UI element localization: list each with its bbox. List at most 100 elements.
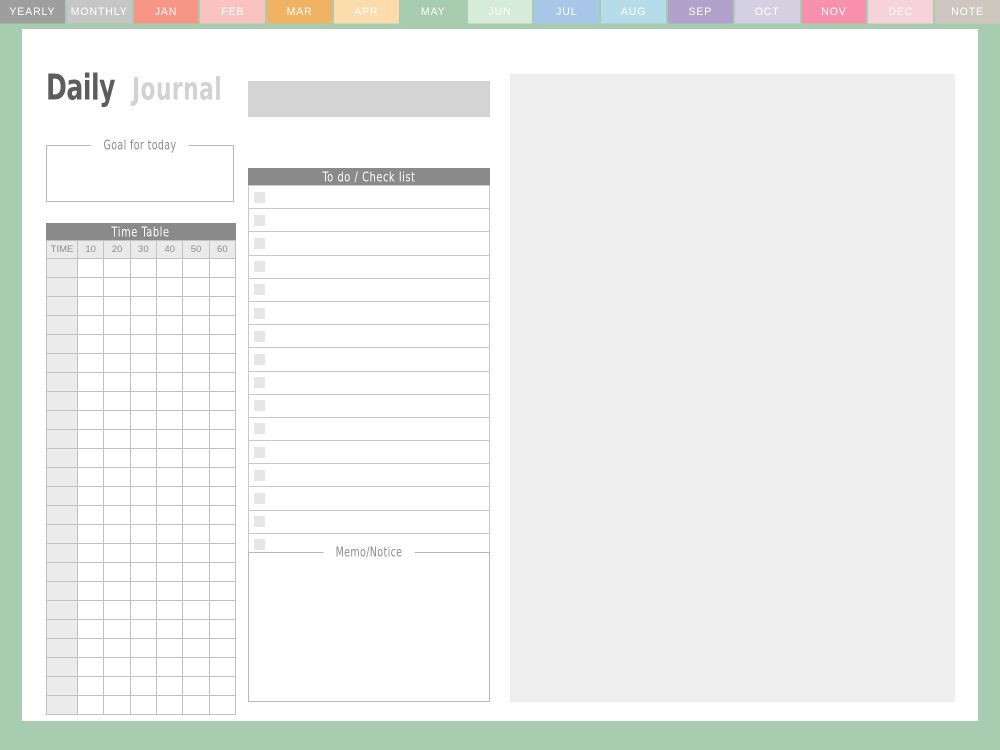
time-table-time-cell[interactable] [46, 448, 78, 468]
tab-sep[interactable]: SEP [667, 0, 733, 24]
time-table-cell[interactable] [208, 448, 237, 468]
time-table-time-cell[interactable] [46, 334, 78, 354]
time-table-cell[interactable] [208, 467, 237, 487]
time-table-cell[interactable] [76, 258, 105, 278]
time-table-row[interactable] [46, 505, 237, 525]
time-table-time-cell[interactable] [46, 467, 78, 487]
todo-item[interactable] [248, 416, 490, 441]
time-table-cell[interactable] [155, 600, 184, 620]
todo-item[interactable] [248, 440, 490, 464]
time-table-cell[interactable] [208, 543, 237, 563]
time-table-row[interactable] [46, 467, 237, 487]
time-table-row[interactable] [46, 524, 237, 544]
time-table-cell[interactable] [155, 429, 184, 449]
time-table-time-cell[interactable] [46, 619, 78, 639]
time-table-cell[interactable] [155, 676, 184, 696]
checkbox-icon[interactable] [254, 307, 265, 319]
time-table-cell[interactable] [129, 448, 157, 468]
time-table-cell[interactable] [129, 296, 157, 316]
time-table-time-cell[interactable] [46, 524, 78, 544]
time-table-row[interactable] [46, 410, 237, 430]
checkbox-icon[interactable] [254, 400, 265, 412]
time-table-time-cell[interactable] [46, 391, 78, 411]
time-table-cell[interactable] [208, 277, 237, 297]
checkbox-icon[interactable] [254, 191, 265, 203]
time-table-cell[interactable] [103, 448, 131, 468]
time-table-cell[interactable] [129, 638, 157, 658]
time-table-cell[interactable] [129, 581, 157, 601]
tab-mar[interactable]: MAR [267, 0, 332, 24]
todo-item[interactable] [248, 393, 490, 417]
time-table-cell[interactable] [76, 315, 105, 335]
time-table-cell[interactable] [103, 258, 131, 278]
tab-note[interactable]: NOTE [935, 0, 1000, 24]
time-table-cell[interactable] [155, 410, 184, 430]
time-table-cell[interactable] [129, 334, 157, 354]
todo-item[interactable] [248, 324, 490, 348]
time-table[interactable]: TIME 10 20 30 40 50 60 [46, 240, 237, 715]
time-table-cell[interactable] [182, 638, 210, 658]
time-table-cell[interactable] [103, 334, 131, 354]
time-table-cell[interactable] [76, 277, 105, 297]
time-table-cell[interactable] [155, 258, 184, 278]
time-table-cell[interactable] [208, 391, 237, 411]
time-table-cell[interactable] [129, 391, 157, 411]
time-table-cell[interactable] [155, 695, 184, 715]
time-table-cell[interactable] [129, 657, 157, 677]
todo-item[interactable] [248, 347, 490, 371]
time-table-cell[interactable] [182, 524, 210, 544]
time-table-cell[interactable] [129, 429, 157, 449]
time-table-cell[interactable] [129, 600, 157, 620]
time-table-cell[interactable] [155, 486, 184, 506]
time-table-cell[interactable] [155, 315, 184, 335]
time-table-cell[interactable] [182, 581, 210, 601]
time-table-cell[interactable] [208, 638, 237, 658]
time-table-row[interactable] [46, 543, 237, 563]
time-table-row[interactable] [46, 391, 237, 411]
time-table-cell[interactable] [76, 562, 105, 582]
time-table-cell[interactable] [76, 524, 105, 544]
time-table-time-cell[interactable] [46, 410, 78, 430]
memo-notice-box[interactable]: Memo/Notice [248, 544, 490, 702]
time-table-cell[interactable] [155, 581, 184, 601]
time-table-cell[interactable] [182, 543, 210, 563]
time-table-cell[interactable] [76, 581, 105, 601]
time-table-cell[interactable] [129, 486, 157, 506]
time-table-cell[interactable] [208, 258, 237, 278]
time-table-row[interactable] [46, 676, 237, 696]
time-table-cell[interactable] [76, 695, 105, 715]
time-table-row[interactable] [46, 372, 237, 392]
time-table-cell[interactable] [182, 258, 210, 278]
time-table-cell[interactable] [182, 353, 210, 373]
time-table-cell[interactable] [76, 657, 105, 677]
time-table-cell[interactable] [76, 676, 105, 696]
time-table-time-cell[interactable] [46, 353, 78, 373]
time-table-cell[interactable] [103, 562, 131, 582]
time-table-time-cell[interactable] [46, 562, 78, 582]
time-table-time-cell[interactable] [46, 296, 78, 316]
time-table-cell[interactable] [182, 676, 210, 696]
time-table-cell[interactable] [208, 695, 237, 715]
time-table-cell[interactable] [103, 353, 131, 373]
time-table-row[interactable] [46, 657, 237, 677]
notes-panel[interactable] [510, 74, 955, 702]
time-table-cell[interactable] [182, 600, 210, 620]
time-table-cell[interactable] [208, 334, 237, 354]
time-table-cell[interactable] [155, 638, 184, 658]
time-table-time-cell[interactable] [46, 277, 78, 297]
time-table-cell[interactable] [129, 467, 157, 487]
time-table-cell[interactable] [129, 258, 157, 278]
tab-oct[interactable]: OCT [734, 0, 800, 24]
time-table-cell[interactable] [155, 296, 184, 316]
time-table-cell[interactable] [208, 353, 237, 373]
time-table-cell[interactable] [155, 524, 184, 544]
time-table-cell[interactable] [129, 353, 157, 373]
checkbox-icon[interactable] [254, 330, 265, 342]
time-table-cell[interactable] [182, 372, 210, 392]
time-table-cell[interactable] [208, 581, 237, 601]
todo-item[interactable] [248, 254, 490, 278]
time-table-cell[interactable] [129, 505, 157, 525]
todo-item[interactable] [248, 231, 490, 255]
time-table-cell[interactable] [182, 486, 210, 506]
time-table-cell[interactable] [129, 562, 157, 582]
